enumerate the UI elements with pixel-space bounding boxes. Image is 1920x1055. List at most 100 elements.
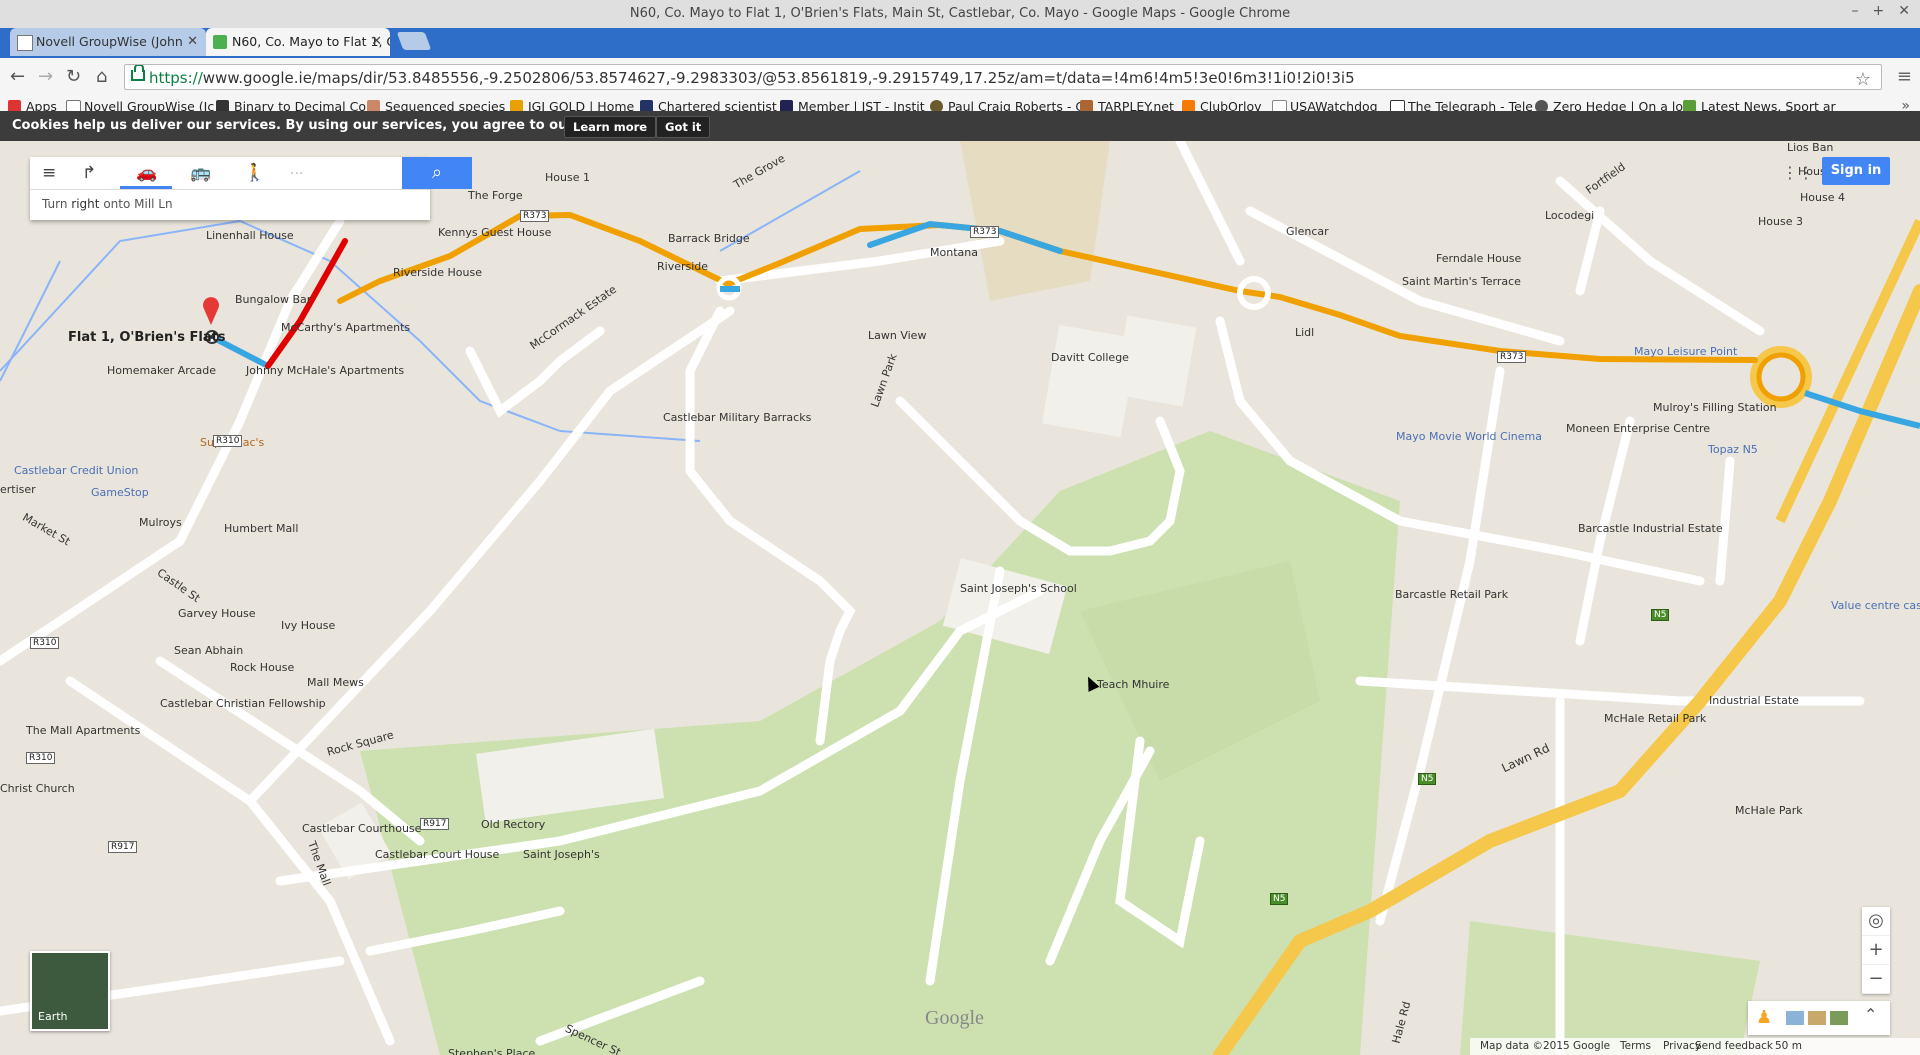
search-icon: ⌕	[431, 162, 443, 183]
tab-strip: Novell GroupWise (John ✕ N60, Co. Mayo t…	[0, 28, 1920, 58]
tab-close-icon[interactable]: ✕	[371, 28, 382, 56]
chrome-menu-icon[interactable]: ≡	[1897, 66, 1912, 87]
map-label: Barcastle Retail Park	[1395, 588, 1509, 601]
terms-link[interactable]: Terms	[1620, 1040, 1651, 1052]
road-shield: R373	[1497, 351, 1527, 363]
road-shield: N5	[1651, 609, 1670, 621]
scale-label: 50 m	[1775, 1040, 1802, 1052]
map-label: Barcastle Industrial Estate	[1578, 522, 1723, 535]
my-location-icon[interactable]: ◎	[1862, 907, 1890, 936]
map-label: Castlebar Christian Fellowship	[160, 697, 326, 710]
active-mode-indicator	[120, 186, 172, 189]
map-label: Homemaker Arcade	[107, 364, 217, 377]
map-label: Montana	[930, 246, 978, 259]
map-label: Barrack Bridge	[668, 232, 750, 245]
map-label: Linenhall House	[206, 229, 294, 242]
got-it-button[interactable]: Got it	[656, 116, 711, 138]
directions-icon[interactable]: ↱	[82, 163, 96, 183]
map-label: Lidl	[1295, 326, 1315, 339]
mail-icon	[17, 35, 33, 51]
map-label: Sean Abhain	[174, 644, 244, 657]
pegman-icon[interactable]: ♟	[1756, 1007, 1772, 1028]
zoom-out-button[interactable]: −	[1862, 965, 1890, 994]
map-label: Stephen's Place	[448, 1047, 536, 1055]
window-titlebar: N60, Co. Mayo to Flat 1, O'Brien's Flats…	[0, 0, 1920, 29]
map-label: Saint Joseph's	[523, 848, 600, 861]
map-label: Ivy House	[281, 619, 336, 632]
road-shield: N5	[1418, 773, 1437, 785]
road-shield: R373	[970, 226, 1000, 238]
map-label: Castlebar Military Barracks	[663, 411, 812, 424]
imagery-thumb-icon[interactable]	[1786, 1011, 1804, 1025]
road-shield: R310	[26, 752, 56, 764]
map-label: House 4	[1800, 191, 1845, 204]
map-label: Riverside House	[393, 266, 483, 279]
map-label: Mayo Leisure Point	[1634, 345, 1738, 358]
earth-view-toggle[interactable]: Earth	[30, 951, 110, 1031]
map-label: Davitt College	[1051, 351, 1129, 364]
map-label: Kennys Guest House	[438, 226, 552, 239]
hamburger-menu-icon[interactable]: ≡	[42, 163, 56, 183]
transit-icon[interactable]: 🚌	[190, 163, 211, 183]
imagery-strip: ♟ ⌃	[1748, 1001, 1890, 1035]
search-button[interactable]: ⌕	[402, 157, 472, 189]
map-controls: ◎ + −	[1862, 907, 1890, 994]
map-label: The Forge	[468, 189, 523, 202]
directions-panel: ≡ ↱ 🚗 🚌 🚶 ··· ✕ Turn right onto Mill Ln	[30, 157, 430, 220]
map-label: Bungalow Bar	[235, 293, 312, 306]
forward-arrow-icon[interactable]: →	[38, 66, 53, 87]
map-label: McCarthy's Apartments	[281, 321, 411, 334]
tab-close-icon[interactable]: ✕	[187, 28, 198, 56]
road-shield: N5	[1270, 893, 1289, 905]
road-shield: R917	[108, 841, 138, 853]
map-label: The Mall Apartments	[26, 724, 141, 737]
lock-icon	[131, 65, 145, 81]
map-label: ertiser	[0, 483, 36, 496]
maps-icon	[213, 35, 227, 49]
map-label: Castlebar Credit Union	[14, 464, 139, 477]
minimize-icon[interactable]: –	[1852, 3, 1859, 19]
tab-groupwise[interactable]: Novell GroupWise (John ✕	[10, 28, 206, 56]
back-arrow-icon[interactable]: ←	[10, 66, 25, 87]
map-label: McHale Park	[1735, 804, 1803, 817]
tab-label: Novell GroupWise (John	[36, 34, 183, 49]
learn-more-button[interactable]: Learn more	[564, 116, 657, 138]
car-icon[interactable]: 🚗	[136, 163, 157, 183]
map-label: Mall Mews	[307, 676, 364, 689]
destination-label[interactable]: Flat 1, O'Brien's Flats	[68, 330, 226, 345]
travel-mode-row: ≡ ↱ 🚗 🚌 🚶 ··· ✕	[30, 157, 430, 190]
zoom-in-button[interactable]: +	[1862, 936, 1890, 965]
map-label: Locodegi	[1545, 209, 1595, 222]
close-window-icon[interactable]: ✕	[1898, 3, 1910, 19]
map-label: Garvey House	[178, 607, 256, 620]
imagery-thumb-icon[interactable]	[1808, 1011, 1826, 1025]
home-icon[interactable]: ⌂	[96, 66, 107, 87]
map-label: Christ Church	[0, 782, 75, 795]
address-bar[interactable]: https://www.google.ie/maps/dir/53.848555…	[124, 64, 1882, 90]
map-canvas[interactable]: Flat 1, O'Brien's Flats House 1 The Forg…	[0, 141, 1920, 1055]
maximize-icon[interactable]: +	[1873, 3, 1885, 19]
send-feedback-link[interactable]: Send feedback	[1695, 1040, 1773, 1052]
map-label: Glencar	[1286, 225, 1329, 238]
map-label: Industrial Estate	[1709, 694, 1799, 707]
imagery-thumb-icon[interactable]	[1830, 1011, 1848, 1025]
map-label: Moneen Enterprise Centre	[1566, 422, 1711, 435]
map-footer: Map data ©2015 Google Terms Privacy Send…	[1470, 1038, 1920, 1055]
tab-google-maps[interactable]: N60, Co. Mayo to Flat 1, O ✕	[206, 28, 390, 56]
more-modes-icon[interactable]: ···	[290, 166, 303, 182]
url-scheme: https://	[149, 69, 203, 87]
map-label: Teach Mhuire	[1097, 678, 1170, 691]
road-shield: R373	[520, 210, 550, 222]
window-controls: – + ✕	[1852, 3, 1910, 19]
url-text: www.google.ie/maps/dir/53.8485556,-9.250…	[202, 69, 1355, 87]
reload-icon[interactable]: ↻	[66, 66, 81, 87]
new-tab-button[interactable]	[396, 32, 432, 50]
chevron-up-icon[interactable]: ⌃	[1864, 1005, 1877, 1024]
map-label: Castlebar Courthouse	[302, 822, 422, 835]
directions-step[interactable]: Turn right onto Mill Ln	[42, 197, 173, 211]
walk-icon[interactable]: 🚶	[244, 163, 265, 183]
sign-in-button[interactable]: Sign in	[1822, 157, 1890, 185]
road-shield: R310	[213, 435, 243, 447]
bookmark-star-icon[interactable]: ☆	[1855, 67, 1871, 89]
apps-grid-icon[interactable]: ⋮⋮	[1782, 163, 1814, 182]
